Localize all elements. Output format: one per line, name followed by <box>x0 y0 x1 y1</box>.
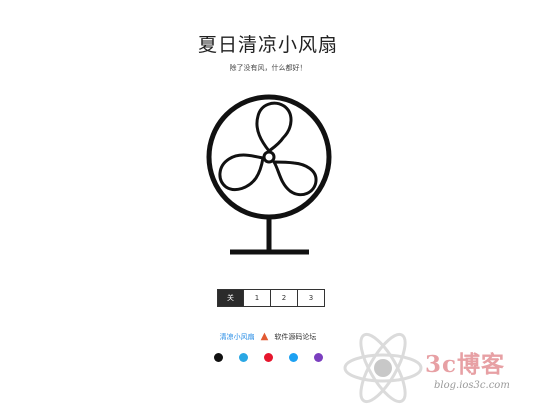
flame-icon: ▲ <box>260 331 269 342</box>
weibo-icon[interactable] <box>263 353 273 362</box>
speed-3-button[interactable]: 3 <box>298 289 325 307</box>
fan-blades <box>218 101 318 197</box>
fan-blade-right <box>272 160 318 197</box>
fan-illustration <box>206 94 332 255</box>
footer-app-link[interactable]: 清凉小风扇 <box>220 332 255 342</box>
github-icon[interactable] <box>213 353 223 362</box>
speed-1-button[interactable]: 1 <box>244 289 271 307</box>
fan-blade-left <box>218 153 265 192</box>
fan-blade-top <box>255 101 293 153</box>
qq-icon[interactable] <box>238 353 248 362</box>
watermark-atom-logo <box>343 332 423 404</box>
speed-off-button[interactable]: 关 <box>217 289 244 307</box>
speed-button-group: 关 1 2 3 <box>217 289 325 307</box>
footer: 清凉小风扇 ▲ 软件源码论坛 <box>0 332 536 342</box>
watermark-url: blog.ios3c.com <box>434 380 510 391</box>
speed-2-button[interactable]: 2 <box>271 289 298 307</box>
twitter-icon[interactable] <box>288 353 298 362</box>
footer-forum-text[interactable]: 软件源码论坛 <box>274 332 316 342</box>
fan-hub <box>262 150 276 164</box>
watermark-title: 3c博客 <box>425 351 506 378</box>
gitee-icon[interactable] <box>313 353 323 362</box>
